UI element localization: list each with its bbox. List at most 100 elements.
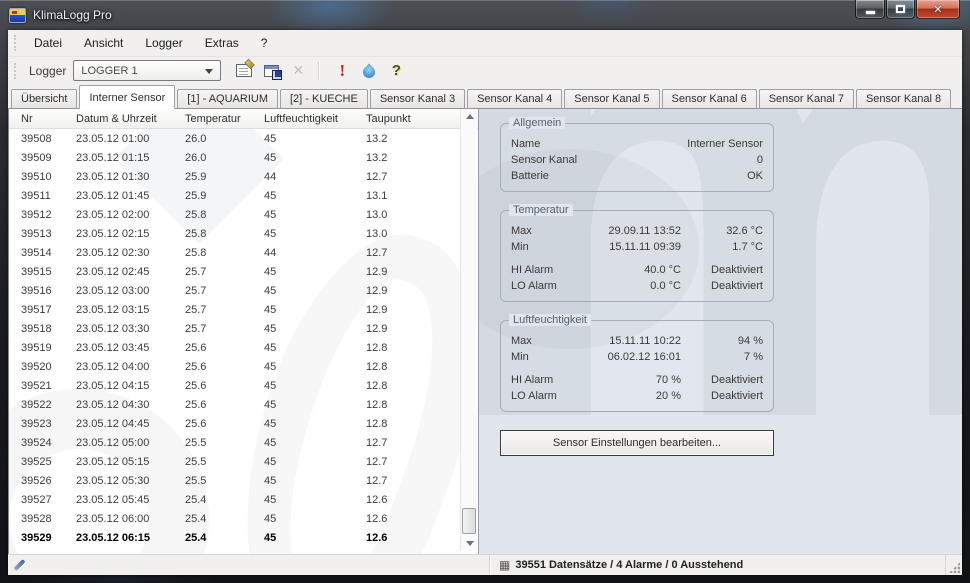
table-cell: 25.4 bbox=[185, 513, 264, 525]
table-cell: 25.5 bbox=[185, 456, 264, 468]
table-cell: 13.2 bbox=[366, 133, 446, 145]
table-cell: 45 bbox=[264, 380, 366, 392]
toolbar-grip[interactable] bbox=[14, 63, 17, 79]
client-area: DateiAnsichtLoggerExtras? Logger LOGGER … bbox=[8, 30, 962, 575]
edit-sensor-settings-button[interactable]: Sensor Einstellungen bearbeiten... bbox=[500, 430, 774, 456]
title-bar[interactable]: KlimaLogg Pro ✕ bbox=[0, 0, 970, 30]
table-row[interactable]: 3951323.05.12 02:1525.84513.0 bbox=[9, 224, 478, 243]
tab-sensor-kanal-8[interactable]: Sensor Kanal 8 bbox=[856, 89, 951, 109]
tab-bersicht[interactable]: Übersicht bbox=[11, 89, 77, 109]
table-cell: 39529 bbox=[21, 532, 76, 544]
column-header-nr[interactable]: Nr bbox=[21, 113, 76, 125]
scroll-down-button[interactable] bbox=[461, 536, 478, 551]
table-row[interactable]: 3952523.05.12 05:1525.54512.7 bbox=[9, 452, 478, 471]
group-row: HI Alarm40.0 °CDeaktiviert bbox=[511, 262, 763, 278]
alarm-button[interactable]: ! bbox=[331, 60, 353, 82]
menu-item-ansicht[interactable]: Ansicht bbox=[73, 32, 134, 54]
tab-sensor-kanal-6[interactable]: Sensor Kanal 6 bbox=[662, 89, 757, 109]
table-row[interactable]: 3952723.05.12 05:4525.44512.6 bbox=[9, 490, 478, 509]
table-cell: 45 bbox=[264, 190, 366, 202]
table-cell: 25.6 bbox=[185, 361, 264, 373]
table-cell: 39524 bbox=[21, 437, 76, 449]
table-cell: 44 bbox=[264, 247, 366, 259]
logger-select[interactable]: LOGGER 1 bbox=[73, 60, 221, 81]
tab-2-kueche[interactable]: [2] - KUECHE bbox=[280, 89, 368, 109]
table-cell: 39519 bbox=[21, 342, 76, 354]
group-cell: 94 % bbox=[681, 333, 763, 349]
table-cell: 23.05.12 03:30 bbox=[76, 323, 185, 335]
menubar-grip[interactable] bbox=[14, 35, 17, 51]
group-row: NameInterner Sensor bbox=[511, 136, 763, 152]
menu-item-logger[interactable]: Logger bbox=[134, 32, 193, 54]
maximize-button[interactable] bbox=[886, 0, 915, 19]
group-luftfeuchtigkeit: Luftfeuchtigkeit Max15.11.11 10:2294 %Mi… bbox=[500, 320, 774, 412]
tab-1-aquarium[interactable]: [1] - AQUARIUM bbox=[177, 89, 278, 109]
table-row[interactable]: 3951823.05.12 03:3025.74512.9 bbox=[9, 319, 478, 338]
humidity-button[interactable] bbox=[358, 60, 380, 82]
column-header-temperatur[interactable]: Temperatur bbox=[185, 113, 264, 125]
export-button[interactable] bbox=[260, 60, 282, 82]
table-row[interactable]: 3952423.05.12 05:0025.54512.7 bbox=[9, 433, 478, 452]
table-header[interactable]: NrDatum & UhrzeitTemperaturLuftfeuchtigk… bbox=[9, 109, 478, 129]
column-header-luftfeuchtigkeit[interactable]: Luftfeuchtigkeit bbox=[264, 113, 366, 125]
toolbar: Logger LOGGER 1 ✕ ! ? bbox=[8, 56, 962, 84]
table-cell: 23.05.12 05:30 bbox=[76, 475, 185, 487]
tab-interner-sensor[interactable]: Interner Sensor bbox=[79, 85, 175, 109]
table-row[interactable]: 3952023.05.12 04:0025.64512.8 bbox=[9, 357, 478, 376]
table-row[interactable]: 3952923.05.12 06:1525.44512.6 bbox=[9, 528, 478, 547]
table-cell: 25.9 bbox=[185, 190, 264, 202]
menu-item-extras[interactable]: Extras bbox=[194, 32, 250, 54]
vertical-scrollbar[interactable] bbox=[460, 109, 477, 551]
column-header-taupunkt[interactable]: Taupunkt bbox=[366, 113, 446, 125]
tab-sensor-kanal-7[interactable]: Sensor Kanal 7 bbox=[759, 89, 854, 109]
tab-sensor-kanal-3[interactable]: Sensor Kanal 3 bbox=[370, 89, 465, 109]
table-row[interactable]: 3951123.05.12 01:4525.94513.1 bbox=[9, 186, 478, 205]
table-row[interactable]: 3951723.05.12 03:1525.74512.9 bbox=[9, 300, 478, 319]
table-cell: 45 bbox=[264, 532, 366, 544]
table-row[interactable]: 3951423.05.12 02:3025.84412.7 bbox=[9, 243, 478, 262]
table-cell: 45 bbox=[264, 266, 366, 278]
group-cell: Sensor Kanal bbox=[511, 152, 595, 168]
table-row[interactable]: 3951523.05.12 02:4525.74512.9 bbox=[9, 262, 478, 281]
table-row[interactable]: 3951923.05.12 03:4525.64512.8 bbox=[9, 338, 478, 357]
triangle-down-icon bbox=[466, 541, 474, 546]
help-button[interactable]: ? bbox=[385, 60, 407, 82]
table-cell: 23.05.12 05:15 bbox=[76, 456, 185, 468]
table-row[interactable]: 3952623.05.12 05:3025.54512.7 bbox=[9, 471, 478, 490]
minimize-button[interactable] bbox=[855, 0, 885, 19]
table-cell: 23.05.12 02:00 bbox=[76, 209, 185, 221]
table-cell: 25.4 bbox=[185, 494, 264, 506]
scrollbar-thumb[interactable] bbox=[462, 508, 476, 534]
group-row: Sensor Kanal0 bbox=[511, 152, 763, 168]
resize-grip[interactable] bbox=[945, 555, 962, 575]
delete-button[interactable]: ✕ bbox=[287, 60, 309, 82]
properties-button[interactable] bbox=[233, 60, 255, 82]
table-row[interactable]: 3951223.05.12 02:0025.84513.0 bbox=[9, 205, 478, 224]
column-header-datum-uhrzeit[interactable]: Datum & Uhrzeit bbox=[76, 113, 185, 125]
table-cell: 12.8 bbox=[366, 361, 446, 373]
table-row[interactable]: 3951023.05.12 01:3025.94412.7 bbox=[9, 167, 478, 186]
scroll-up-button[interactable] bbox=[461, 109, 478, 124]
table-row[interactable]: 3952823.05.12 06:0025.44512.6 bbox=[9, 509, 478, 528]
table-cell: 39514 bbox=[21, 247, 76, 259]
table-row[interactable]: 3952323.05.12 04:4525.64512.8 bbox=[9, 414, 478, 433]
logger-select-value: LOGGER 1 bbox=[81, 65, 137, 77]
close-button[interactable]: ✕ bbox=[916, 0, 960, 19]
table-cell: 39510 bbox=[21, 171, 76, 183]
menu-item-datei[interactable]: Datei bbox=[23, 32, 73, 54]
group-cell: Min bbox=[511, 239, 595, 255]
table-cell: 45 bbox=[264, 494, 366, 506]
table-row[interactable]: 3950823.05.12 01:0026.04513.2 bbox=[9, 129, 478, 148]
table-cell: 23.05.12 04:15 bbox=[76, 380, 185, 392]
menu-item-item[interactable]: ? bbox=[250, 32, 279, 54]
table-row[interactable]: 3952223.05.12 04:3025.64512.8 bbox=[9, 395, 478, 414]
table-cell: 25.6 bbox=[185, 342, 264, 354]
table-row[interactable]: 3950923.05.12 01:1526.04513.2 bbox=[9, 148, 478, 167]
table-row[interactable]: 3951623.05.12 03:0025.74512.9 bbox=[9, 281, 478, 300]
group-cell: Max bbox=[511, 223, 595, 239]
close-icon: ✕ bbox=[933, 3, 942, 16]
tab-sensor-kanal-5[interactable]: Sensor Kanal 5 bbox=[564, 89, 659, 109]
tab-sensor-kanal-4[interactable]: Sensor Kanal 4 bbox=[467, 89, 562, 109]
table-row[interactable]: 3952123.05.12 04:1525.64512.8 bbox=[9, 376, 478, 395]
group-cell: 32.6 °C bbox=[681, 223, 763, 239]
